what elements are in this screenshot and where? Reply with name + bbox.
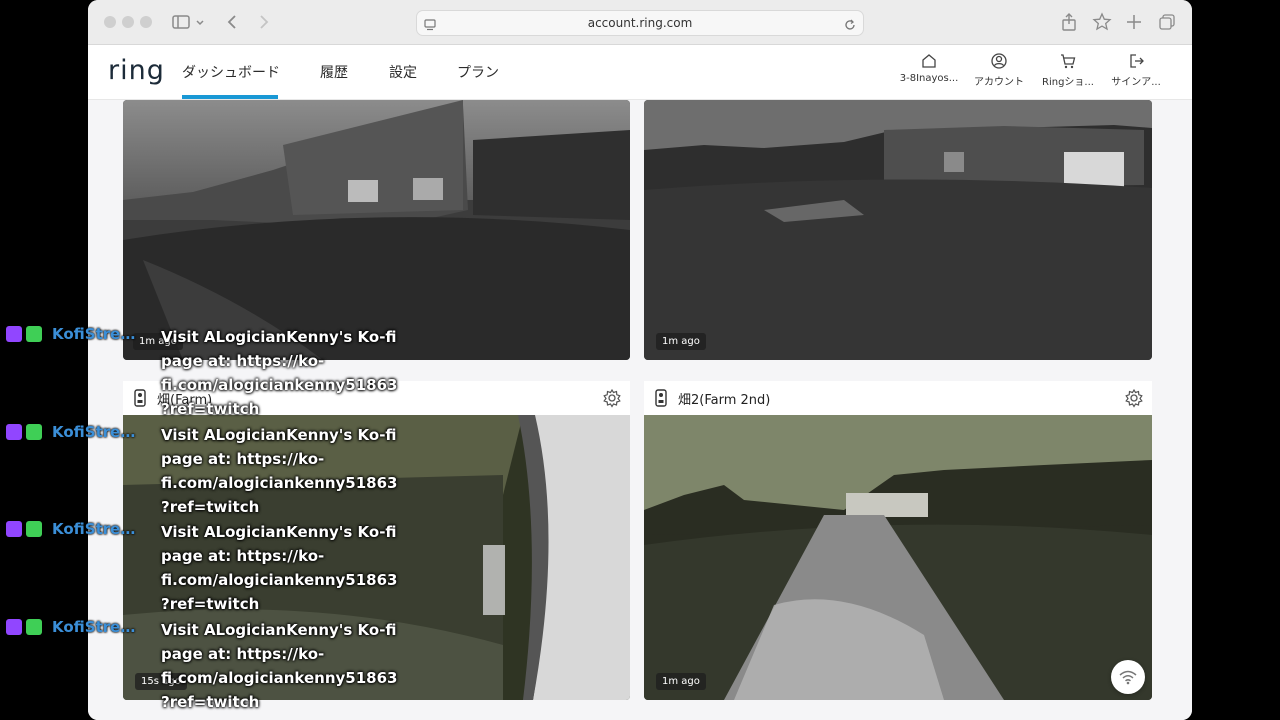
account-icon <box>991 53 1007 69</box>
address-bar[interactable]: account.ring.com <box>416 10 864 36</box>
camera-4-settings-gear-icon[interactable] <box>1124 388 1144 408</box>
wifi-icon <box>1119 670 1137 685</box>
nav-plan[interactable]: プラン <box>457 62 499 82</box>
share-icon[interactable] <box>1058 11 1080 33</box>
ring-shop-label: Ringショ... <box>1042 77 1094 88</box>
sign-out-icon <box>1130 54 1144 68</box>
wifi-status-button[interactable] <box>1111 660 1145 694</box>
chat-message: KofiStrea... Visit ALogicianKenny's Ko-f… <box>6 325 406 423</box>
kofi-badge-icon <box>26 424 42 440</box>
browser-toolbar: account.ring.com <box>88 0 1192 45</box>
chat-text: Visit ALogicianKenny's Ko-fi page at: ht… <box>161 621 398 711</box>
chat-message: KofiStrea... Visit ALogicianKenny's Ko-f… <box>6 520 406 618</box>
nav-history[interactable]: 履歴 <box>320 62 348 82</box>
camera-4-title: 畑2(Farm 2nd) <box>678 393 771 408</box>
kofi-badge-icon <box>26 326 42 342</box>
chat-username: KofiStrea... <box>52 520 144 538</box>
zoom-window-button[interactable] <box>140 16 152 28</box>
ring-shop-button[interactable]: Ringショ... <box>1033 52 1103 88</box>
chat-username: KofiStrea... <box>52 618 144 636</box>
app-header: ring ダッシュボード 履歴 設定 プラン 3-8Inayos... アカウン… <box>88 45 1192 100</box>
chat-message: KofiStrea... Visit ALogicianKenny's Ko-f… <box>6 423 406 521</box>
account-button[interactable]: アカウント <box>964 52 1034 88</box>
minimize-window-button[interactable] <box>122 16 134 28</box>
doorbell-camera-icon <box>655 389 667 407</box>
kofi-badge-icon <box>26 619 42 635</box>
back-icon[interactable] <box>222 11 244 33</box>
camera-4-header: 畑2(Farm 2nd) <box>644 381 1152 415</box>
chat-message: KofiStrea... Visit ALogicianKenny's Ko-f… <box>6 618 406 716</box>
camera-3-settings-gear-icon[interactable] <box>602 388 622 408</box>
location-button[interactable]: 3-8Inayos... <box>894 52 964 84</box>
reload-icon[interactable] <box>843 16 857 30</box>
camera-4-timestamp: 1m ago <box>656 673 706 690</box>
nav-settings[interactable]: 設定 <box>389 62 417 82</box>
close-window-button[interactable] <box>104 16 116 28</box>
camera-feed-4[interactable]: 1m ago <box>644 415 1152 700</box>
cart-icon <box>1061 54 1076 69</box>
new-tab-icon[interactable] <box>1123 11 1145 33</box>
sign-out-button[interactable]: サインア... <box>1101 52 1171 88</box>
camera-image-4 <box>644 415 1152 700</box>
kofi-badge-icon <box>26 521 42 537</box>
nav-dashboard[interactable]: ダッシュボード <box>182 62 280 82</box>
site-settings-icon[interactable] <box>423 16 437 31</box>
camera-feed-2[interactable]: 1m ago <box>644 100 1152 360</box>
camera-feed-1[interactable]: 1m ago <box>123 100 630 360</box>
chat-text: Visit ALogicianKenny's Ko-fi page at: ht… <box>161 426 398 516</box>
chevron-down-icon[interactable] <box>194 11 206 33</box>
camera-image-2 <box>644 100 1152 360</box>
forward-icon[interactable] <box>252 11 274 33</box>
chat-username: KofiStrea... <box>52 325 144 343</box>
chat-text: Visit ALogicianKenny's Ko-fi page at: ht… <box>161 328 398 418</box>
home-icon <box>922 54 936 68</box>
camera-2-timestamp: 1m ago <box>656 333 706 350</box>
twitch-badge-icon <box>6 424 22 440</box>
sidebar-toggle-icon[interactable] <box>170 11 192 33</box>
camera-image-1 <box>123 100 630 360</box>
twitch-badge-icon <box>6 326 22 342</box>
tab-overview-icon[interactable] <box>1156 11 1178 33</box>
active-nav-indicator <box>182 95 278 99</box>
bookmark-star-icon[interactable] <box>1091 11 1113 33</box>
twitch-badge-icon <box>6 521 22 537</box>
ring-logo[interactable]: ring <box>108 55 165 86</box>
location-label: 3-8Inayos... <box>899 73 959 84</box>
account-label: アカウント <box>974 77 1024 88</box>
twitch-badge-icon <box>6 619 22 635</box>
address-bar-url: account.ring.com <box>587 16 693 30</box>
sign-out-label: サインア... <box>1111 77 1161 88</box>
chat-username: KofiStrea... <box>52 423 144 441</box>
chat-text: Visit ALogicianKenny's Ko-fi page at: ht… <box>161 523 398 613</box>
